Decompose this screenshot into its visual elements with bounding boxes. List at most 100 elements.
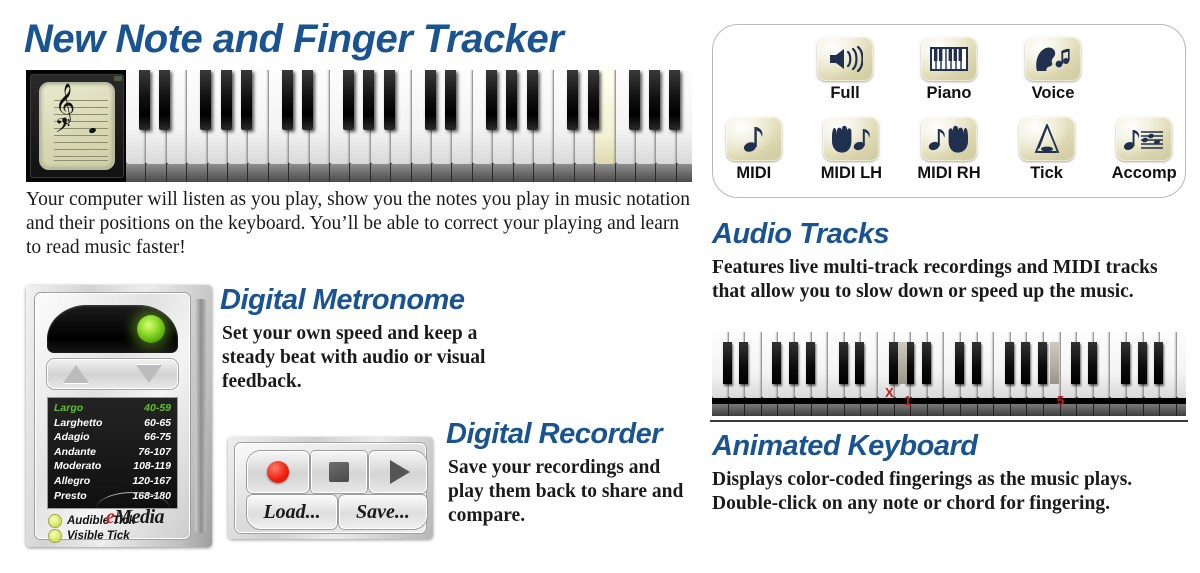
piano-keys (126, 70, 692, 182)
save-button[interactable]: Save... (339, 495, 427, 529)
key-shadow (268, 164, 290, 182)
black-key[interactable] (1021, 342, 1031, 384)
track-label-piano: Piano (926, 84, 972, 102)
black-key[interactable] (1004, 342, 1014, 384)
load-button[interactable]: Load... (247, 495, 337, 529)
play-button[interactable] (369, 451, 427, 493)
track-button-piano[interactable]: Piano (908, 37, 990, 103)
animated-piano-keys: X1 5 (712, 332, 1186, 416)
beat-led-indicator (137, 315, 165, 343)
black-key[interactable] (1154, 342, 1164, 384)
tempo-name: Largo (54, 402, 84, 414)
music-notation-display: 𝄞 𝄢 (30, 74, 124, 178)
black-key[interactable] (1137, 342, 1147, 384)
black-key[interactable] (383, 70, 395, 130)
fingering-marker: 1 (904, 393, 912, 408)
track-button-tick[interactable]: Tick (1006, 117, 1088, 183)
note-staff-icon (1116, 117, 1173, 161)
black-key[interactable] (855, 342, 865, 384)
digital-recorder-device: Load... Save... (228, 437, 433, 539)
digital-recorder-body: Save your recordings and play them back … (448, 457, 684, 526)
black-key[interactable] (722, 342, 732, 384)
black-key[interactable] (159, 70, 171, 130)
black-key[interactable] (241, 70, 253, 130)
black-key[interactable] (485, 70, 497, 130)
black-key[interactable] (789, 342, 799, 384)
tempo-row[interactable]: Allegro 120-167 (54, 474, 171, 489)
black-key[interactable] (669, 70, 681, 130)
black-key[interactable] (302, 70, 314, 130)
black-key[interactable] (526, 70, 538, 130)
black-key[interactable] (506, 70, 518, 130)
black-key[interactable] (739, 342, 749, 384)
toggle-visible-tick[interactable]: Visible Tick (49, 530, 135, 542)
black-key[interactable] (424, 70, 436, 130)
animated-keyboard-image: X1 5 (712, 332, 1186, 416)
black-key[interactable] (343, 70, 355, 130)
track-button-voice[interactable]: Voice (1012, 37, 1094, 103)
visible-tick-led-icon (49, 530, 61, 542)
key-shadow (1010, 404, 1028, 416)
track-button-accomp[interactable]: Accomp (1103, 117, 1185, 183)
black-key[interactable] (772, 342, 782, 384)
black-key[interactable] (445, 70, 457, 130)
recorder-faceplate: Load... Save... (235, 443, 427, 533)
track-button-full[interactable]: Full (804, 37, 886, 103)
tempo-down-arrow-icon[interactable] (136, 365, 162, 383)
key-shadow (1110, 404, 1127, 416)
tempo-up-arrow-icon[interactable] (63, 365, 89, 383)
black-key[interactable] (921, 342, 931, 384)
black-key[interactable] (628, 70, 640, 130)
key-shadow (350, 164, 371, 182)
track-button-midi[interactable]: MIDI (713, 117, 795, 183)
tempo-list[interactable]: Largo 40-59 Larghetto 60-65 Adagio 66-75 Andan… (47, 397, 178, 509)
black-key[interactable] (220, 70, 232, 130)
tempo-row[interactable]: Larghetto 60-65 (54, 416, 171, 431)
black-key[interactable] (139, 70, 151, 130)
black-key[interactable] (971, 342, 981, 384)
black-key[interactable] (587, 70, 599, 130)
audio-tracks-body: Features live multi-track recordings and… (712, 257, 1158, 302)
eighth-note-icon (725, 117, 782, 161)
key-shadow (534, 164, 555, 182)
black-key[interactable] (805, 342, 815, 384)
black-key[interactable] (1071, 342, 1081, 384)
tempo-row[interactable]: Andante 76-107 (54, 445, 171, 460)
stop-button[interactable] (311, 451, 367, 493)
tempo-row[interactable]: Largo 40-59 (54, 401, 171, 416)
black-key[interactable] (1087, 342, 1097, 384)
key-shadow (944, 404, 961, 416)
key-shadow (828, 404, 845, 416)
stop-square-icon (329, 462, 349, 482)
black-key[interactable] (955, 342, 965, 384)
track-button-midi-rh[interactable]: MIDI RH (908, 117, 990, 183)
tempo-stepper[interactable] (47, 359, 178, 389)
black-key[interactable] (888, 342, 898, 384)
singing-head-icon (1025, 37, 1081, 81)
key-shadow (1176, 404, 1186, 416)
page-title: New Note and Finger Tracker (24, 17, 564, 61)
key-shadow (472, 164, 494, 182)
black-key[interactable] (649, 70, 661, 130)
white-key[interactable] (1176, 332, 1186, 398)
track-button-midi-lh[interactable]: MIDI LH (811, 117, 893, 183)
tempo-name: Larghetto (54, 416, 103, 429)
black-key[interactable] (281, 70, 293, 130)
black-key[interactable] (363, 70, 375, 130)
key-shadow (994, 404, 1011, 416)
tempo-bpm: 76-107 (138, 445, 171, 458)
black-key[interactable] (567, 70, 579, 130)
emedia-logo: eMedia (106, 506, 165, 529)
black-key[interactable] (1121, 342, 1131, 384)
tempo-row[interactable]: Adagio 66-75 (54, 430, 171, 445)
intro-paragraph: Your computer will listen as you play, s… (26, 189, 691, 258)
tempo-row[interactable]: Moderato 108-119 (54, 459, 171, 474)
black-key[interactable] (200, 70, 212, 130)
right-hand-note-icon (921, 117, 977, 161)
fingering-marker: 5 (1057, 393, 1065, 408)
record-button[interactable] (247, 451, 309, 493)
key-shadow (513, 164, 534, 182)
black-key[interactable] (1038, 342, 1048, 384)
black-key[interactable] (838, 342, 848, 384)
key-shadow (761, 404, 779, 416)
